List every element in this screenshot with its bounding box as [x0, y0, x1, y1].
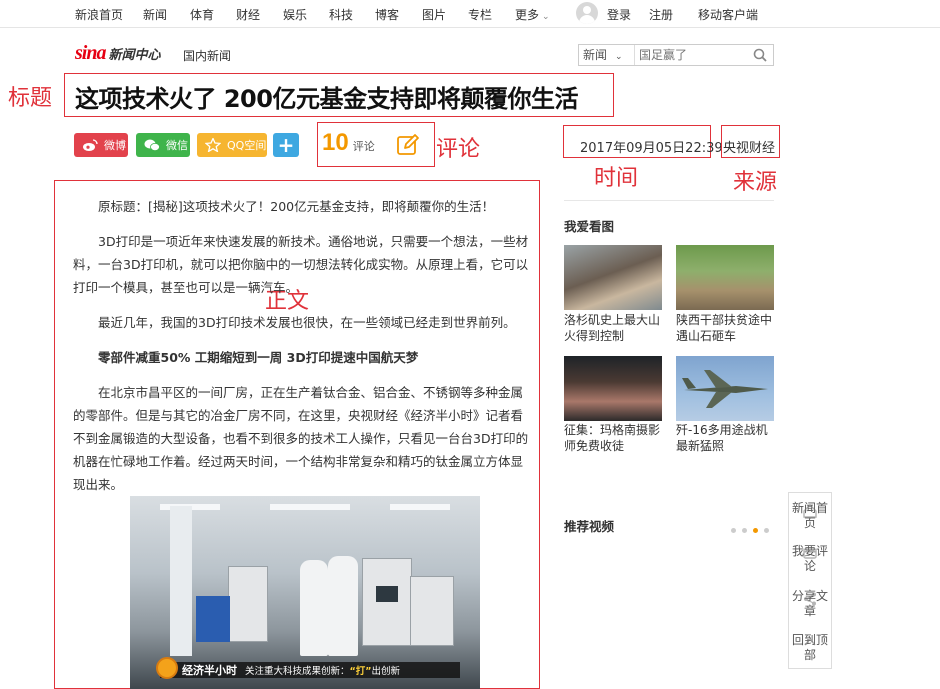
- sidebar-photo-caption[interactable]: 陕西干部扶贫途中遇山石砸车: [676, 312, 776, 344]
- machine-screen: [376, 586, 398, 602]
- sidebar-photo-caption[interactable]: 征集：玛格南摄影师免费收徒: [564, 422, 664, 454]
- search-scope-label: 新闻: [583, 48, 608, 62]
- plus-icon: +: [277, 133, 295, 157]
- user-avatar-icon[interactable]: [576, 2, 598, 24]
- article-body: 原标题：[揭秘]这项技术火了！200亿元基金支持，即将颠覆你的生活！ 3D打印是…: [73, 195, 533, 508]
- tv-caption-post: 出创新: [371, 666, 401, 677]
- sidebar-photos-title: 我爱看图: [564, 219, 615, 234]
- sidebar-photo-caption[interactable]: 歼-16多用途战机最新猛照: [676, 422, 776, 454]
- sidebar-photo-thumb[interactable]: [564, 356, 662, 421]
- wechat-icon: [144, 139, 160, 151]
- weibo-icon: [83, 139, 98, 151]
- top-nav-bar: 新浪首页 新闻 体育 财经 娱乐 科技 博客 图片 专栏 更多 ⌄ 登录 注册 移…: [0, 0, 940, 28]
- sidebar-video-title: 推荐视频: [564, 519, 615, 534]
- ceiling-light: [270, 504, 350, 510]
- arrow-up-icon: [804, 637, 816, 646]
- worker-figure: [300, 560, 328, 656]
- nav-ent[interactable]: 娱乐: [283, 6, 307, 23]
- sina-logo-text: sina: [75, 41, 106, 64]
- share-wechat-label: 微信: [166, 139, 188, 152]
- article-title: 这项技术火了 200亿元基金支持即将颠覆你生活: [75, 85, 578, 113]
- star-icon: [205, 138, 221, 152]
- annotation-source-label: 来源: [733, 170, 778, 195]
- share-weibo-label: 微博: [104, 139, 126, 152]
- register-link[interactable]: 注册: [649, 6, 673, 23]
- tv-caption-highlight: “打”: [349, 666, 372, 677]
- search-box: 新闻 ⌄: [578, 44, 774, 66]
- sidebar-photo-thumb[interactable]: [564, 245, 662, 310]
- sidebar-photo-thumb[interactable]: [676, 356, 774, 421]
- nav-more[interactable]: 更多 ⌄: [515, 6, 550, 23]
- search-input[interactable]: [635, 48, 745, 62]
- carousel-dot[interactable]: [764, 528, 769, 533]
- nav-finance[interactable]: 财经: [236, 6, 260, 23]
- comment-count[interactable]: 10 评论: [322, 129, 375, 157]
- tv-caption-pre: 关注重大科技成果创新：: [245, 666, 350, 677]
- nav-column[interactable]: 专栏: [468, 6, 492, 23]
- ceiling-light: [390, 504, 450, 510]
- carousel-dots: [731, 528, 769, 533]
- article-source[interactable]: 央视财经: [723, 137, 775, 156]
- machine: [228, 566, 268, 642]
- annotation-comment-label: 评论: [436, 137, 481, 162]
- floating-toolbar: 新闻首页 我要评论 分享文章 回到顶部: [788, 492, 832, 669]
- floatbar-top-button[interactable]: 回到顶部: [789, 633, 831, 663]
- carousel-dot[interactable]: [731, 528, 736, 533]
- share-icon: [804, 592, 816, 606]
- sina-news-logo[interactable]: sina 新闻中心: [75, 42, 160, 64]
- chevron-down-icon: ⌄: [542, 12, 550, 22]
- annotation-time-label: 时间: [594, 166, 639, 191]
- search-icon[interactable]: [753, 48, 767, 62]
- machine: [362, 558, 412, 646]
- tv-caption: 关注重大科技成果创新：“打”出创新: [245, 663, 400, 677]
- mobile-client-link[interactable]: 移动客户端: [698, 6, 758, 23]
- home-icon: [803, 504, 817, 518]
- worker-figure: [328, 556, 358, 656]
- floatbar-home-button[interactable]: 新闻首页: [789, 501, 831, 531]
- article-paragraph: 3D打印是一项近年来快速发展的新技术。通俗地说，只需要一个想法，一些材料，一台3…: [73, 234, 529, 295]
- article-paragraph: 原标题：[揭秘]这项技术火了！200亿元基金支持，即将颠覆你的生活！: [98, 199, 495, 214]
- channel-logo-icon: [156, 657, 178, 679]
- comment-count-number: 10: [322, 129, 349, 156]
- nav-blog[interactable]: 博客: [375, 6, 399, 23]
- sidebar-divider: [564, 200, 774, 201]
- share-weibo-button[interactable]: 微博: [74, 133, 128, 157]
- pillar: [170, 506, 192, 656]
- share-wechat-button[interactable]: 微信: [136, 133, 190, 157]
- nav-news[interactable]: 新闻: [143, 6, 167, 23]
- blue-equipment: [196, 596, 230, 642]
- share-qzone-label: QQ空间: [227, 139, 267, 152]
- article-paragraph: 在北京市昌平区的一间厂房，正在生产着钛合金、铝合金、不锈钢等多种金属的零部件。但…: [73, 385, 529, 492]
- share-more-button[interactable]: +: [273, 133, 299, 157]
- search-scope-select[interactable]: 新闻 ⌄: [579, 45, 635, 65]
- nav-sports[interactable]: 体育: [190, 6, 214, 23]
- nav-sina-home[interactable]: 新浪首页: [75, 6, 123, 23]
- sidebar-photo-caption[interactable]: 洛杉矶史上最大山火得到控制: [564, 312, 664, 344]
- login-link[interactable]: 登录: [607, 6, 631, 23]
- nav-tech[interactable]: 科技: [329, 6, 353, 23]
- machine: [410, 576, 454, 646]
- nav-more-label: 更多: [515, 8, 540, 22]
- comment-icon: [803, 548, 817, 559]
- share-qzone-button[interactable]: QQ空间: [197, 133, 267, 157]
- annotation-title-label: 标题: [8, 86, 53, 111]
- chevron-down-icon: ⌄: [615, 52, 623, 62]
- carousel-dot-active[interactable]: [753, 528, 758, 533]
- carousel-dot[interactable]: [742, 528, 747, 533]
- comment-count-label: 评论: [352, 140, 375, 153]
- nav-photo[interactable]: 图片: [422, 6, 446, 23]
- floatbar-comment-button[interactable]: 我要评论: [789, 544, 831, 574]
- fighter-jet-illustration: [682, 370, 768, 408]
- news-center-text: 新闻中心: [108, 47, 161, 63]
- write-comment-icon[interactable]: [396, 133, 420, 157]
- program-name: 经济半小时: [182, 664, 237, 677]
- article-image[interactable]: 经济半小时 关注重大科技成果创新：“打”出创新: [130, 496, 480, 689]
- tv-caption-bar: 经济半小时 关注重大科技成果创新：“打”出创新: [156, 657, 460, 679]
- section-domestic-news[interactable]: 国内新闻: [183, 47, 231, 64]
- sidebar-photo-thumb[interactable]: [676, 245, 774, 310]
- article-subheading: 零部件减重50% 工期缩短到一周 3D打印提速中国航天梦: [98, 350, 419, 365]
- article-paragraph: 最近几年，我国的3D打印技术发展也很快，在一些领域已经走到世界前列。: [98, 315, 516, 330]
- publish-time: 2017年09月05日22:39: [580, 141, 723, 156]
- floatbar-share-button[interactable]: 分享文章: [789, 589, 831, 619]
